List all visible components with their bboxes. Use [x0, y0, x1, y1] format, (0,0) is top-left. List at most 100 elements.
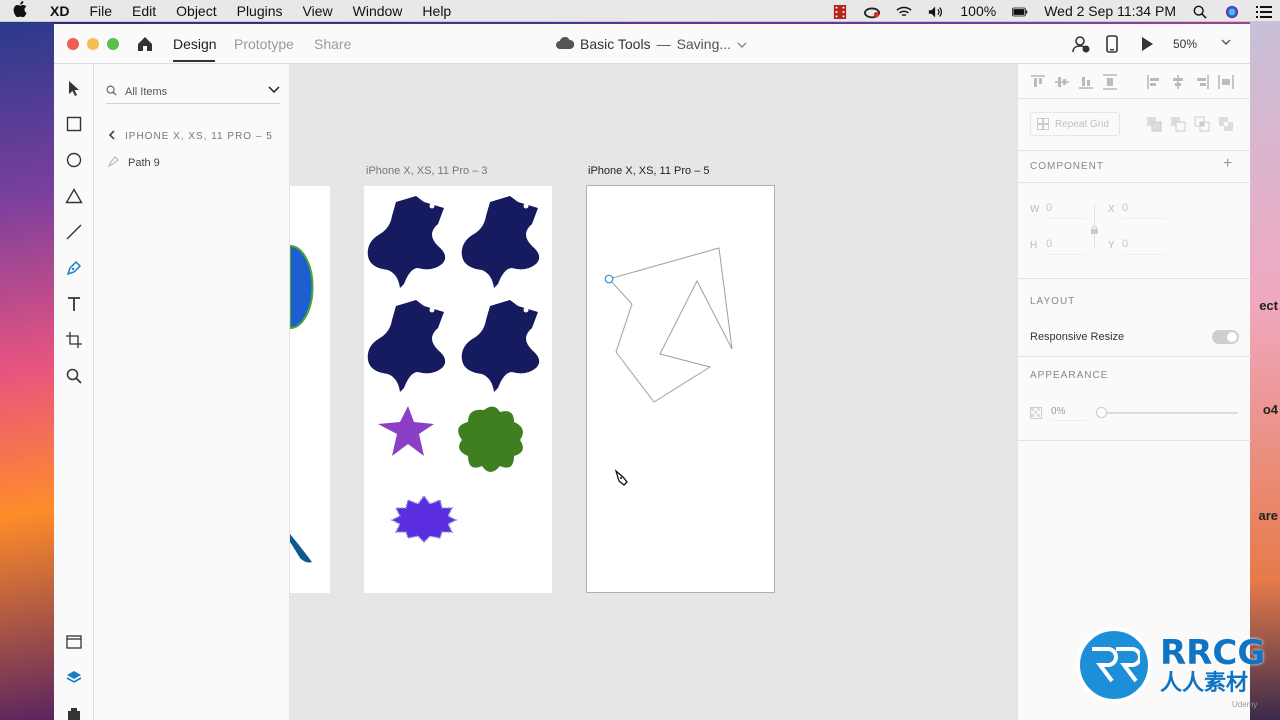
invite-user-icon[interactable] [1070, 33, 1092, 55]
width-label: W [1030, 204, 1040, 215]
navy-shape [367, 196, 446, 288]
artboard-partial[interactable] [290, 186, 330, 593]
align-middle-icon[interactable] [1054, 74, 1070, 95]
volume-icon[interactable] [920, 3, 952, 19]
distribute-vertical-icon[interactable] [1102, 74, 1118, 95]
property-inspector: Repeat Grid COMPONENT + W 0 X 0 H 0 Y 0 … [1017, 64, 1251, 720]
chevron-left-icon[interactable] [108, 130, 115, 143]
menu-app-name[interactable]: XD [40, 3, 79, 19]
distribute-horizontal-icon[interactable] [1218, 74, 1234, 95]
rectangle-tool-icon[interactable] [64, 114, 84, 134]
y-input[interactable]: 0 [1122, 238, 1128, 250]
responsive-resize-toggle[interactable] [1212, 330, 1239, 344]
ellipse-tool-icon[interactable] [64, 150, 84, 170]
align-vertical-group [1030, 74, 1118, 95]
wifi-icon[interactable] [888, 3, 920, 19]
menu-edit[interactable]: Edit [122, 3, 166, 19]
line-tool-icon[interactable] [64, 222, 84, 242]
opacity-slider-track[interactable] [1098, 412, 1238, 414]
boolean-subtract-icon[interactable] [1170, 116, 1186, 137]
zoom-tool-icon[interactable] [64, 366, 84, 386]
tab-share[interactable]: Share [314, 36, 351, 52]
zoom-level[interactable]: 50% [1173, 37, 1197, 51]
active-tab-indicator [173, 60, 215, 62]
watermark-logo: RRCG 人人素材 [1076, 626, 1276, 704]
creative-cloud-icon[interactable] [856, 3, 888, 19]
repeat-grid-icon [1037, 118, 1049, 130]
siri-icon[interactable] [1216, 3, 1248, 19]
artboard-5-shapes [604, 247, 733, 486]
blue-blob-shape [390, 494, 458, 544]
width-input[interactable]: 0 [1046, 202, 1052, 214]
close-window-button[interactable] [67, 38, 79, 50]
boolean-intersect-icon[interactable] [1194, 116, 1210, 137]
select-tool-icon[interactable] [64, 78, 84, 98]
artboard-iphone-5[interactable] [586, 185, 775, 593]
device-preview-icon[interactable] [1102, 33, 1122, 55]
maximize-window-button[interactable] [107, 38, 119, 50]
boolean-add-icon[interactable] [1146, 116, 1162, 137]
xd-app-window: Design Prototype Share Basic Tools — Sav… [54, 24, 1251, 720]
layers-breadcrumb[interactable]: IPHONE X, XS, 11 PRO – 5 [108, 130, 273, 143]
menu-help[interactable]: Help [412, 3, 461, 19]
film-icon[interactable] [824, 3, 856, 20]
opacity-input[interactable]: 0% [1051, 406, 1065, 417]
artboard-3-shapes [367, 196, 540, 544]
responsive-resize-label: Responsive Resize [1030, 331, 1125, 343]
align-bottom-icon[interactable] [1078, 74, 1094, 95]
divider [1018, 150, 1251, 151]
menu-window[interactable]: Window [343, 3, 413, 19]
artboard-tool-icon[interactable] [64, 330, 84, 350]
save-status: Saving... [676, 36, 732, 52]
polygon-tool-icon[interactable] [64, 186, 84, 206]
tab-design[interactable]: Design [173, 36, 217, 52]
align-center-icon[interactable] [1170, 74, 1186, 95]
opacity-slider-knob[interactable] [1096, 407, 1107, 418]
menubar-datetime[interactable]: Wed 2 Sep 11:34 PM [1036, 3, 1184, 19]
document-title[interactable]: Basic Tools — Saving... [556, 36, 747, 52]
watermark-logo-text: RRCG [1160, 633, 1266, 673]
field-underline [1051, 420, 1087, 421]
apple-icon[interactable] [0, 0, 40, 21]
tab-prototype[interactable]: Prototype [234, 36, 294, 52]
lock-ratio-icon[interactable] [1091, 221, 1098, 239]
green-star-shape [458, 406, 523, 472]
menu-object[interactable]: Object [166, 3, 226, 19]
menu-file[interactable]: File [79, 3, 122, 19]
align-left-icon[interactable] [1146, 74, 1162, 95]
text-tool-icon[interactable] [64, 294, 84, 314]
repeat-grid-button[interactable]: Repeat Grid [1030, 112, 1120, 136]
play-preview-icon[interactable] [1137, 33, 1157, 55]
artboard-3-label[interactable]: iPhone X, XS, 11 Pro – 3 [366, 165, 487, 177]
minimize-window-button[interactable] [87, 38, 99, 50]
plugins-panel-icon[interactable] [64, 704, 84, 720]
zoom-chevron-down-icon[interactable] [1221, 35, 1231, 49]
assets-panel-icon[interactable] [64, 632, 84, 652]
artboard-iphone-3[interactable] [364, 186, 552, 593]
desktop-text-fragment: ect [1259, 298, 1278, 313]
home-icon[interactable] [136, 35, 154, 53]
menu-view[interactable]: View [293, 3, 343, 19]
battery-icon[interactable] [1004, 3, 1036, 19]
layers-panel: All Items IPHONE X, XS, 11 PRO – 5 Path … [94, 64, 290, 720]
align-top-icon[interactable] [1030, 74, 1046, 95]
design-canvas[interactable]: iPhone X, XS, 11 Pro – 3 iPhone X, XS, 1… [290, 64, 1017, 720]
boolean-exclude-icon[interactable] [1218, 116, 1234, 137]
layers-panel-icon[interactable] [64, 668, 84, 688]
field-underline [1122, 254, 1166, 255]
align-horizontal-group [1146, 74, 1234, 95]
x-input[interactable]: 0 [1122, 202, 1128, 214]
add-component-icon[interactable]: + [1223, 155, 1232, 173]
title-bar: Design Prototype Share Basic Tools — Sav… [54, 24, 1250, 64]
align-right-icon[interactable] [1194, 74, 1210, 95]
spotlight-search-icon[interactable] [1184, 3, 1216, 19]
pen-tool-icon[interactable] [64, 258, 84, 278]
layers-filter-dropdown[interactable]: All Items [106, 80, 280, 104]
notification-center-icon[interactable] [1248, 3, 1280, 19]
menu-plugins[interactable]: Plugins [227, 3, 293, 19]
height-input[interactable]: 0 [1046, 238, 1052, 250]
appearance-section-title: APPEARANCE [1030, 370, 1109, 381]
layer-item-path-9[interactable]: Path 9 [107, 155, 160, 170]
artboard-5-label[interactable]: iPhone X, XS, 11 Pro – 5 [588, 165, 709, 177]
battery-percent: 100% [960, 3, 997, 19]
